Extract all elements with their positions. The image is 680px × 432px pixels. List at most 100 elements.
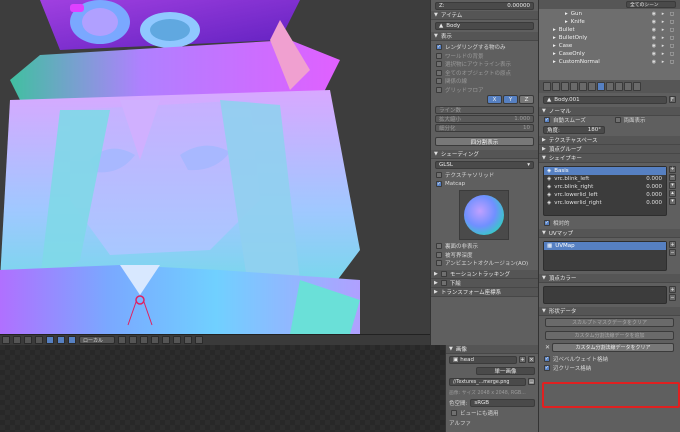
view-menu-button[interactable] <box>2 336 10 344</box>
layer-button[interactable] <box>118 336 126 344</box>
vertex-colors-header[interactable]: ▼ 頂点カラー <box>539 274 680 283</box>
outliner-item[interactable]: ▸ Bullet ◉ ▸ ◻ <box>539 26 680 34</box>
shape-key-value[interactable]: 0.000 <box>646 184 662 190</box>
layer-button[interactable] <box>129 336 137 344</box>
display-option-checkbox[interactable] <box>436 61 442 68</box>
display-option-row[interactable]: ワールドの背景 <box>431 52 538 61</box>
visibility-icons[interactable]: ◉ ▸ ◻ <box>652 11 676 17</box>
uv-map-item[interactable]: ▦ UVMap <box>544 242 666 250</box>
outliner-item[interactable]: ▸ CustomNormal ◉ ▸ ◻ <box>539 58 680 66</box>
shape-key-item[interactable]: ◈ vrc.lowerlid_left 0.000 <box>544 191 666 199</box>
uv-maps-list[interactable]: ▦ UVMap <box>543 241 667 271</box>
remove-shape-key-button[interactable]: − <box>669 173 676 181</box>
toggle-quad-view-button[interactable]: 四分割表示 <box>435 137 534 146</box>
display-option-checkbox[interactable] <box>436 69 442 76</box>
shape-key-item[interactable]: ◈ vrc.blink_left 0.000 <box>544 175 666 183</box>
color-space-select[interactable]: sRGB <box>470 399 535 407</box>
transform-orientation-header[interactable]: ▶ トランスフォーム座標系 <box>431 287 538 297</box>
rotate-manipulator-button[interactable] <box>68 336 76 344</box>
new-image-button[interactable]: + <box>519 356 526 363</box>
auto-smooth-angle-field[interactable]: 角度: 180° <box>543 125 605 134</box>
proportional-edit-button[interactable] <box>173 336 181 344</box>
world-tab[interactable] <box>570 82 578 91</box>
background-images-header[interactable]: ▶ 下絵 <box>431 278 538 288</box>
view-as-render-row[interactable]: ビューにも適用 <box>446 409 538 418</box>
shading-panel-header[interactable]: ▼ シェーディング <box>431 150 538 159</box>
shape-key-value[interactable]: 0.000 <box>646 192 662 198</box>
visibility-icons[interactable]: ◉ ▸ ◻ <box>652 19 676 25</box>
add-shape-key-button[interactable]: + <box>669 165 676 173</box>
shape-key-item[interactable]: ◈ vrc.lowerlid_right 0.000 <box>544 199 666 207</box>
add-uv-map-button[interactable]: + <box>669 241 676 248</box>
fake-user-button[interactable]: F <box>669 96 676 103</box>
modifiers-tab[interactable] <box>588 82 596 91</box>
visibility-icons[interactable]: ◉ ▸ ◻ <box>652 35 676 41</box>
display-option-row[interactable]: 関係の線 <box>431 77 538 86</box>
scene-display-select[interactable]: 全てのシーン <box>626 1 676 8</box>
grid-field[interactable]: ライン数 <box>435 106 534 114</box>
pivot-icon[interactable] <box>35 336 43 344</box>
shading-option-row[interactable]: 裏面の非表示 <box>431 242 538 251</box>
grid-field[interactable]: 細分化 10 <box>435 124 534 132</box>
display-panel-header[interactable]: ▼ 表示 <box>431 32 538 41</box>
image-filepath-field[interactable]: //Textures_...merge.png <box>449 378 526 386</box>
folder-icon[interactable]: ▤ <box>528 378 535 385</box>
outliner-item[interactable]: ▸ Case ◉ ▸ ◻ <box>539 42 680 50</box>
shading-option-checkbox[interactable] <box>436 172 442 179</box>
shape-key-specials-button[interactable]: ▾ <box>669 181 676 189</box>
display-option-checkbox[interactable]: ✓ <box>436 44 442 51</box>
shading-option-checkbox[interactable] <box>436 251 442 258</box>
layer-button[interactable] <box>151 336 159 344</box>
shape-key-item[interactable]: ◈ Basis <box>544 166 666 175</box>
item-panel-header[interactable]: ▼ アイテム <box>431 11 538 20</box>
image-panel-header[interactable]: ▼ 画像 <box>446 345 538 354</box>
geometry-data-header[interactable]: ▼ 形状データ <box>539 307 680 316</box>
remove-uv-map-button[interactable]: − <box>669 249 676 256</box>
double-sided-row[interactable]: 両面表示 <box>610 116 680 125</box>
motion-tracking-header[interactable]: ▶ モーショントラッキング <box>431 269 538 279</box>
outliner-item[interactable]: ▸ CaseOnly ◉ ▸ ◻ <box>539 50 680 58</box>
clear-sculpt-mask-button[interactable]: スカルプトマスクデータをクリア <box>545 318 674 327</box>
clear-custom-split-normals-button[interactable]: カスタム分割法線データをクリア <box>552 343 674 352</box>
display-option-checkbox[interactable] <box>436 78 442 85</box>
mesh-data-tab[interactable] <box>597 82 605 91</box>
shape-keys-list[interactable]: ◈ Basis ◈ vrc.blink_left 0.000 ◈ vrc.blink_rig… <box>543 165 667 216</box>
shape-key-value[interactable]: 0.000 <box>646 200 662 206</box>
double-sided-checkbox[interactable] <box>614 117 621 124</box>
texture-tab[interactable] <box>615 82 623 91</box>
shading-option-checkbox[interactable] <box>436 260 442 267</box>
grid-field[interactable]: 拡大縮小 1.000 <box>435 115 534 123</box>
matcap-preview[interactable] <box>459 190 509 240</box>
outliner-item[interactable]: ▸ Gun ◉ ▸ ◻ <box>539 10 680 18</box>
material-mode-select[interactable]: GLSL ▾ <box>435 161 534 169</box>
scene-tab[interactable] <box>561 82 569 91</box>
transform-orientation-select[interactable]: ローカル <box>79 336 115 344</box>
vertex-groups-header[interactable]: ▶ 頂点グループ <box>539 144 680 154</box>
object-name-field[interactable]: ▲ Body <box>435 22 534 30</box>
object-tab[interactable] <box>579 82 587 91</box>
physics-tab[interactable] <box>633 82 641 91</box>
translate-manipulator-button[interactable] <box>57 336 65 344</box>
select-menu-button[interactable] <box>13 336 21 344</box>
auto-smooth-row[interactable]: ✓ 自動スムーズ <box>539 116 610 125</box>
outliner-item[interactable]: ▸ Knife ◉ ▸ ◻ <box>539 18 680 26</box>
visibility-icons[interactable]: ◉ ▸ ◻ <box>652 51 676 57</box>
shading-option-row[interactable]: 被写界深度 <box>431 251 538 260</box>
shading-option-row[interactable]: テクスチャソリッド <box>431 171 538 180</box>
texture-space-header[interactable]: ▶ テクスチャスペース <box>539 135 680 145</box>
grid-axis-x-button[interactable]: X <box>487 95 502 104</box>
grid-axis-y-button[interactable]: Y <box>503 95 518 104</box>
render-layers-tab[interactable] <box>552 82 560 91</box>
3d-viewport[interactable] <box>0 0 430 334</box>
render-preview-button[interactable] <box>195 336 203 344</box>
add-vertex-color-button[interactable]: + <box>669 286 676 293</box>
shading-mode-button[interactable] <box>24 336 32 344</box>
display-option-row[interactable]: ✓ レンダリングする物のみ <box>431 43 538 52</box>
display-option-row[interactable]: 全てのオブジェクトの原点 <box>431 69 538 78</box>
shading-option-checkbox[interactable] <box>436 243 442 250</box>
visibility-icons[interactable]: ◉ ▸ ◻ <box>652 43 676 49</box>
outliner-item[interactable]: ▸ BulletOnly ◉ ▸ ◻ <box>539 34 680 42</box>
store-bevel-weight-row[interactable]: ✓ 辺ベベルウェイト格納 <box>539 355 680 364</box>
display-option-row[interactable]: 選択物にアウトライン表示 <box>431 60 538 69</box>
vertex-colors-list[interactable] <box>543 286 667 304</box>
